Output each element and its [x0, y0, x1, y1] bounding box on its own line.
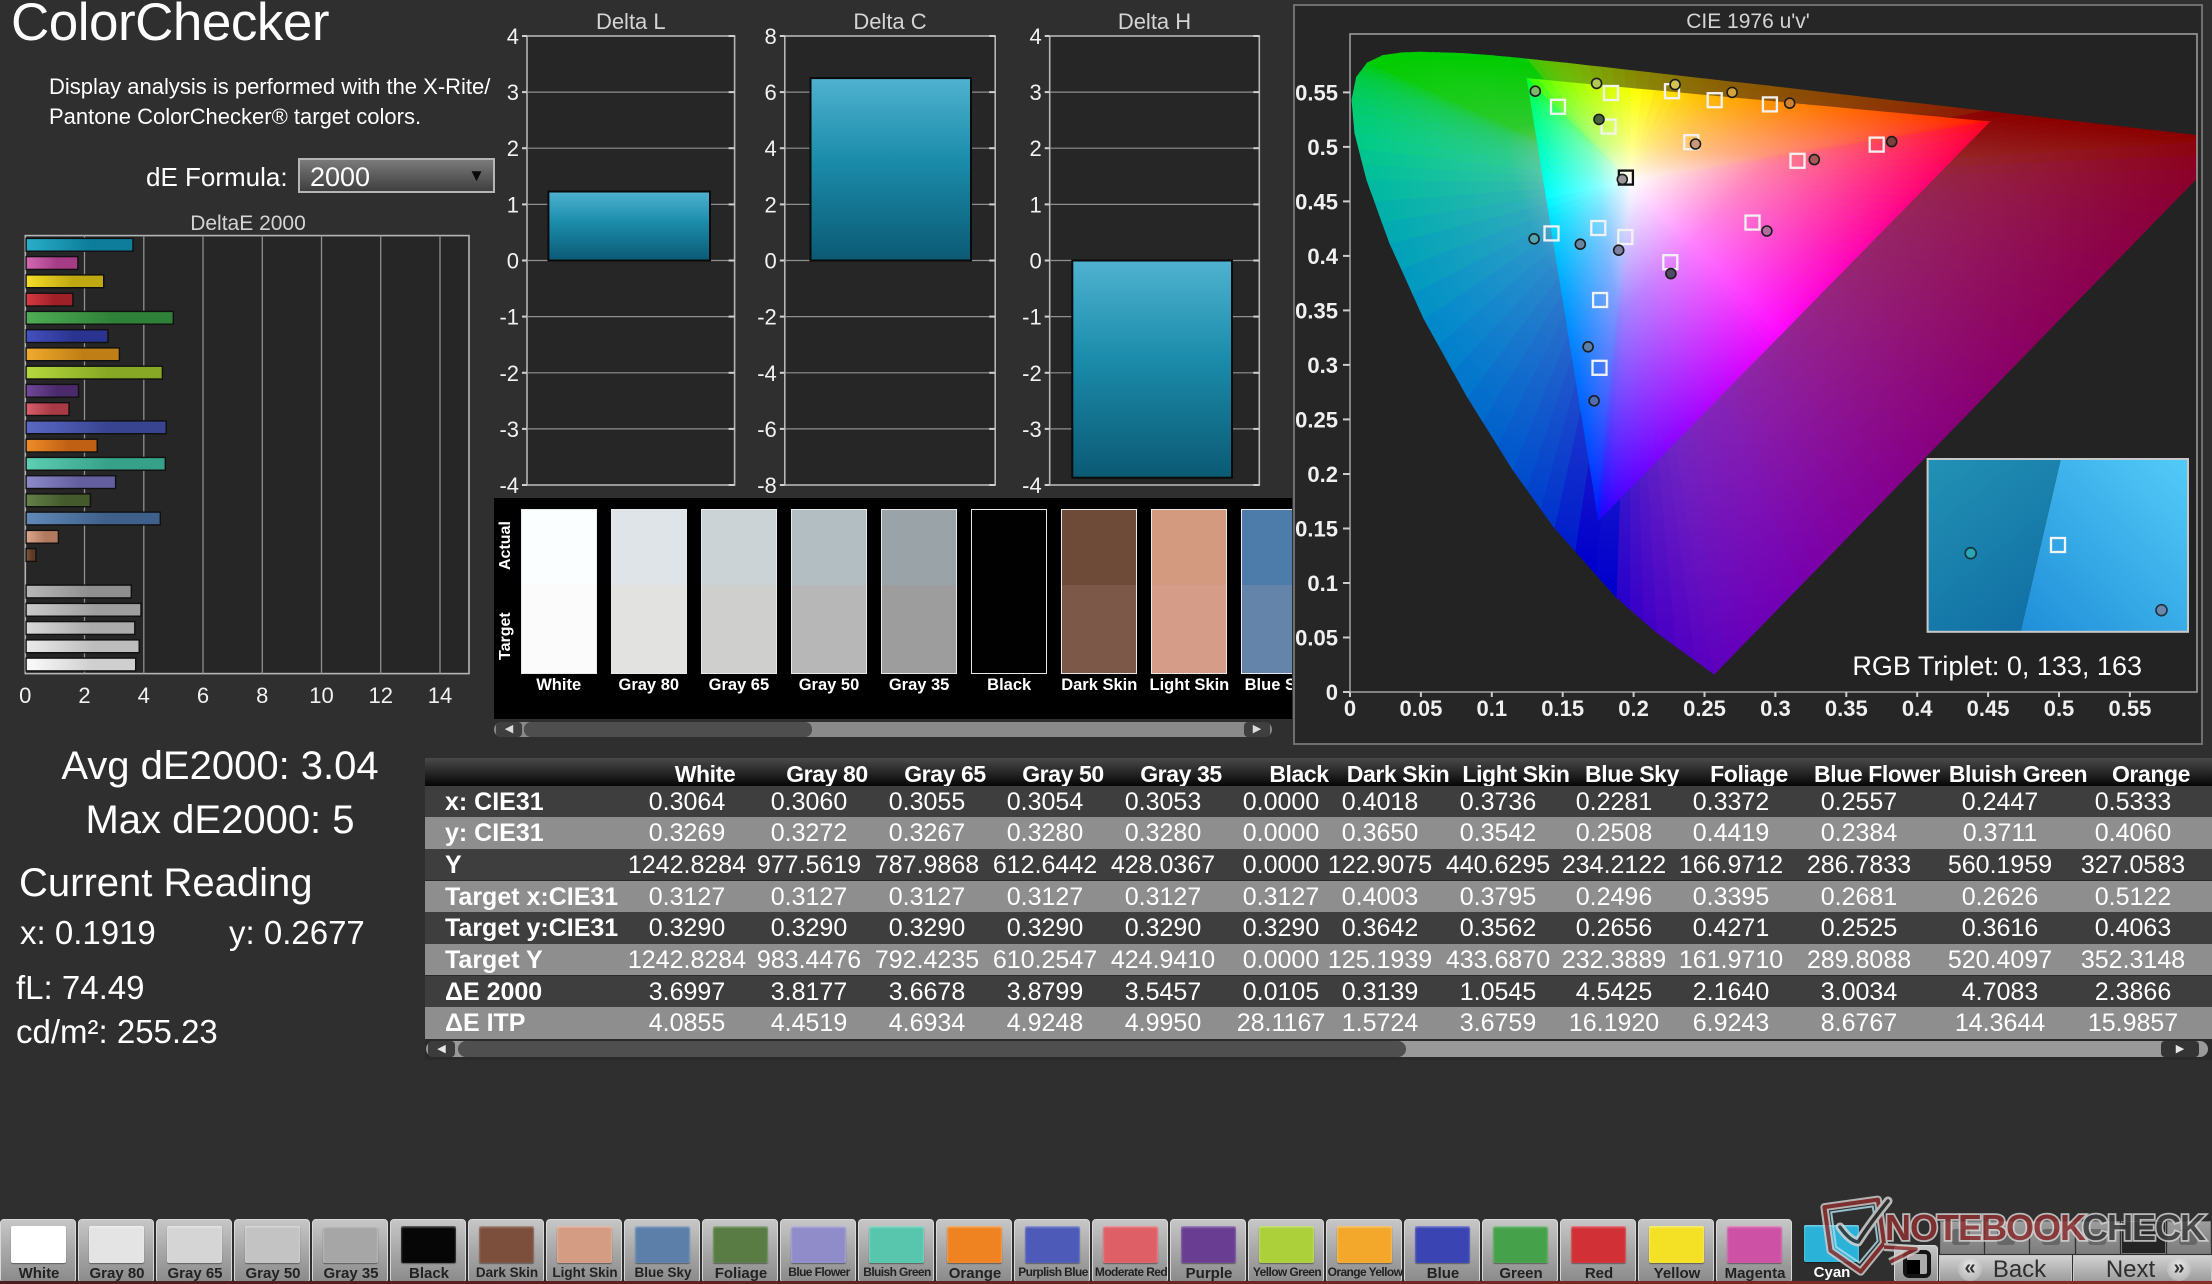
svg-text:0.35: 0.35 [1825, 696, 1868, 721]
svg-text:0.05: 0.05 [1295, 626, 1338, 651]
svg-text:3: 3 [507, 80, 519, 105]
svg-text:0.55: 0.55 [2108, 696, 2151, 721]
svg-text:CIE 1976 u'v': CIE 1976 u'v' [1686, 10, 1810, 33]
svg-text:0: 0 [1326, 680, 1338, 705]
svg-text:0.1: 0.1 [1477, 696, 1508, 721]
svg-text:0.2: 0.2 [1307, 462, 1338, 487]
svg-text:0.5: 0.5 [1307, 135, 1338, 160]
svg-text:0.45: 0.45 [1967, 696, 2010, 721]
svg-text:3: 3 [1029, 80, 1041, 105]
svg-text:0.3: 0.3 [1307, 353, 1338, 378]
svg-text:Delta L: Delta L [596, 9, 666, 34]
svg-text:1: 1 [507, 192, 519, 217]
svg-text:6: 6 [197, 683, 209, 708]
svg-text:Delta H: Delta H [1118, 9, 1191, 34]
svg-text:-8: -8 [757, 473, 777, 498]
svg-text:DeltaE 2000: DeltaE 2000 [190, 212, 306, 235]
svg-text:RGB Triplet: 0, 133, 163: RGB Triplet: 0, 133, 163 [1852, 651, 2142, 681]
svg-text:0.15: 0.15 [1541, 696, 1584, 721]
svg-text:-4: -4 [757, 361, 777, 386]
svg-text:-6: -6 [757, 417, 777, 442]
svg-text:0: 0 [1029, 249, 1041, 274]
svg-text:0.2: 0.2 [1618, 696, 1649, 721]
svg-text:0.1: 0.1 [1307, 571, 1338, 596]
svg-text:-2: -2 [757, 305, 777, 330]
svg-text:-1: -1 [1022, 305, 1042, 330]
svg-text:0.4: 0.4 [1307, 244, 1338, 269]
svg-text:0.15: 0.15 [1295, 517, 1338, 542]
svg-text:0.25: 0.25 [1295, 407, 1338, 432]
svg-text:12: 12 [368, 683, 392, 708]
svg-text:2: 2 [1029, 136, 1041, 161]
svg-text:8: 8 [256, 683, 268, 708]
svg-text:-4: -4 [1022, 473, 1042, 498]
svg-text:0.05: 0.05 [1399, 696, 1442, 721]
svg-text:2: 2 [765, 192, 777, 217]
svg-text:0.25: 0.25 [1683, 696, 1726, 721]
svg-text:-4: -4 [499, 473, 519, 498]
svg-text:0: 0 [1344, 696, 1356, 721]
svg-text:0.55: 0.55 [1295, 80, 1338, 105]
svg-text:-3: -3 [499, 417, 519, 442]
svg-text:-3: -3 [1022, 417, 1042, 442]
svg-text:2: 2 [78, 683, 90, 708]
svg-text:0.4: 0.4 [1902, 696, 1933, 721]
svg-text:0: 0 [765, 249, 777, 274]
svg-text:4: 4 [765, 136, 777, 161]
svg-text:10: 10 [309, 683, 333, 708]
svg-text:4: 4 [507, 24, 519, 49]
svg-text:Delta C: Delta C [853, 9, 926, 34]
svg-text:6: 6 [765, 80, 777, 105]
svg-text:-2: -2 [1022, 361, 1042, 386]
svg-text:14: 14 [428, 683, 452, 708]
svg-text:0: 0 [507, 249, 519, 274]
svg-text:8: 8 [765, 24, 777, 49]
svg-text:4: 4 [138, 683, 150, 708]
svg-text:0.5: 0.5 [2044, 696, 2075, 721]
svg-text:0.35: 0.35 [1295, 298, 1338, 323]
svg-text:4: 4 [1029, 24, 1041, 49]
svg-text:0.3: 0.3 [1760, 696, 1791, 721]
svg-text:2: 2 [507, 136, 519, 161]
svg-text:0.45: 0.45 [1295, 189, 1338, 214]
svg-text:0: 0 [19, 683, 31, 708]
svg-text:-1: -1 [499, 305, 519, 330]
svg-text:1: 1 [1029, 192, 1041, 217]
svg-text:-2: -2 [499, 361, 519, 386]
